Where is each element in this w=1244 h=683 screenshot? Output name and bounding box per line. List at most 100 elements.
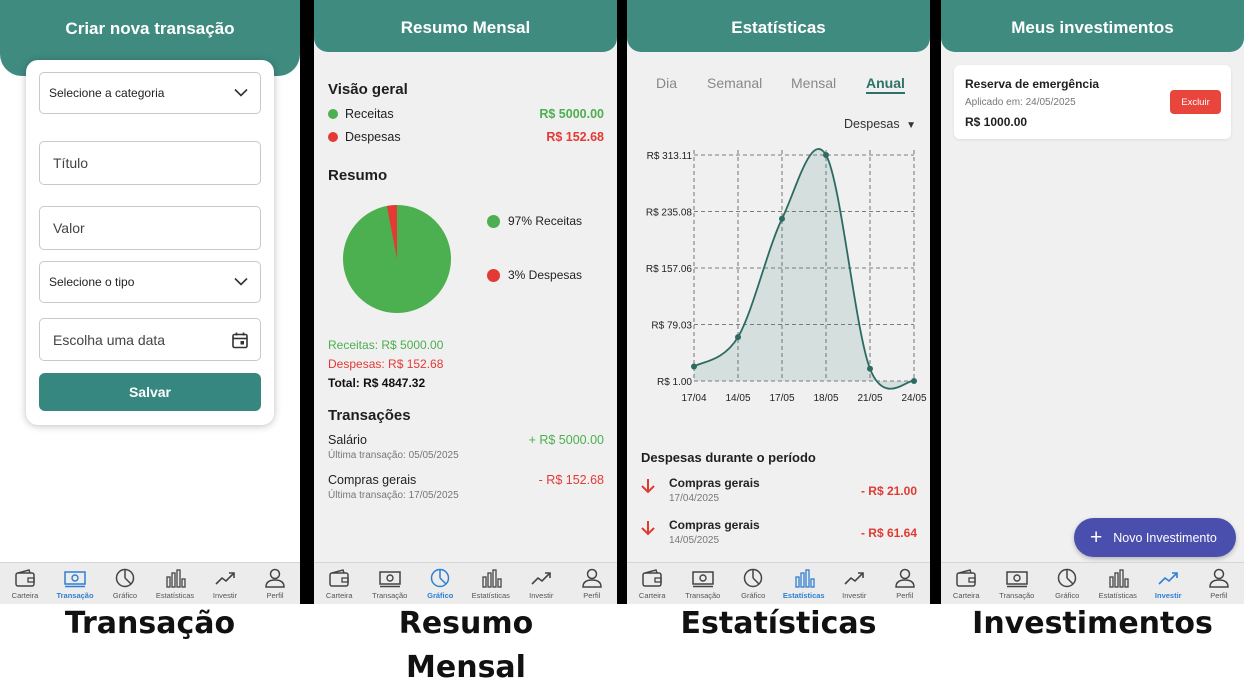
nav-label: Carteira — [952, 591, 980, 600]
bar-chart-icon — [482, 569, 502, 588]
nav-item-estatisticas[interactable]: Estatísticas — [466, 563, 517, 604]
nav-label: Investir — [529, 591, 554, 600]
nav-item-carteira[interactable]: Carteira — [627, 563, 678, 604]
nav-label: Gráfico — [112, 591, 138, 600]
expense-value: - R$ 61.64 — [860, 526, 917, 540]
title-input[interactable]: Título — [39, 141, 261, 185]
page-title: Meus investimentos — [941, 0, 1244, 52]
expense-date: 17/04/2025 — [669, 493, 720, 504]
trending-up-icon — [1158, 572, 1179, 585]
trending-up-icon — [844, 572, 865, 585]
chevron-down-icon — [234, 277, 248, 286]
category-select-value: Selecione a categoria — [49, 86, 165, 100]
delete-button[interactable]: Excluir — [1170, 90, 1221, 114]
nav-label: Gráfico — [427, 591, 454, 600]
x-tick-label: 17/05 — [769, 393, 794, 404]
cash-icon — [379, 571, 401, 588]
value-input[interactable]: Valor — [39, 206, 261, 250]
calendar-icon[interactable] — [232, 331, 248, 348]
expense-name: Compras gerais — [669, 476, 760, 490]
investment-date: Aplicado em: 24/05/2025 — [965, 97, 1076, 108]
tab-semanal[interactable]: Semanal — [707, 75, 762, 91]
nav-item-transacao[interactable]: Transação — [992, 563, 1043, 604]
overview-heading: Visão geral — [328, 81, 408, 98]
nav-item-carteira[interactable]: Carteira — [941, 563, 992, 604]
screen-divider — [300, 0, 314, 604]
trending-up-icon — [531, 572, 552, 585]
pie-expense-label: 3% Despesas — [508, 268, 583, 282]
tab-mensal[interactable]: Mensal — [791, 75, 836, 91]
expense-label: Despesas — [345, 130, 401, 144]
bottom-nav: Carteira Transação Gráfico Estatísticas Inve… — [314, 562, 617, 604]
tab-anual[interactable]: Anual — [866, 75, 905, 94]
expense-item[interactable]: Compras gerais 14/05/2025 - R$ 61.64 — [641, 518, 917, 552]
nav-item-perfil[interactable]: Perfil — [250, 563, 300, 604]
type-select[interactable]: Selecione o tipo — [39, 261, 261, 303]
nav-item-investir[interactable]: Investir — [516, 563, 567, 604]
expense-dot — [328, 132, 338, 142]
expense-row: Despesas R$ 152.68 — [328, 130, 604, 144]
nav-label: Transação — [685, 591, 721, 600]
nav-item-transacao[interactable]: Transação — [50, 563, 100, 604]
type-select-value: Selecione o tipo — [49, 275, 135, 289]
screen-transacao: Criar nova transação Selecione a categor… — [0, 0, 300, 604]
y-tick-label: R$ 313.11 — [647, 151, 693, 162]
nav-item-perfil[interactable]: Perfil — [880, 563, 931, 604]
nav-item-transacao[interactable]: Transação — [678, 563, 729, 604]
date-placeholder: Escolha uma data — [53, 331, 166, 348]
nav-item-grafico[interactable]: Gráfico — [100, 563, 150, 604]
x-tick-label: 14/05 — [725, 393, 750, 404]
bar-chart-icon — [795, 569, 815, 588]
nav-label: Carteira — [11, 591, 39, 600]
pie-chart-icon — [744, 568, 763, 588]
bottom-nav: Carteira Transação Gráfico Estatísticas Inve… — [941, 562, 1244, 604]
nav-item-investir[interactable]: Investir — [1143, 563, 1194, 604]
date-input[interactable]: Escolha uma data — [39, 318, 261, 361]
nav-item-estatisticas[interactable]: Estatísticas — [1093, 563, 1144, 604]
transaction-item[interactable]: Salário Última transação: 05/05/2025 + R… — [328, 433, 604, 461]
wallet-icon — [15, 569, 35, 587]
nav-item-carteira[interactable]: Carteira — [0, 563, 50, 604]
tab-dia[interactable]: Dia — [656, 75, 677, 91]
summary-pie-chart — [343, 205, 451, 313]
pie-chart-icon — [1058, 568, 1077, 588]
new-investment-button[interactable]: + Novo Investimento — [1074, 518, 1236, 557]
arrow-down-icon — [641, 521, 655, 536]
nav-item-transacao[interactable]: Transação — [365, 563, 416, 604]
person-icon — [1208, 568, 1229, 588]
x-tick-label: 21/05 — [857, 393, 882, 404]
investment-amount: R$ 1000.00 — [965, 115, 1028, 129]
nav-item-perfil[interactable]: Perfil — [567, 563, 618, 604]
nav-item-perfil[interactable]: Perfil — [1194, 563, 1244, 604]
screen-divider — [617, 0, 627, 604]
nav-item-investir[interactable]: Investir — [200, 563, 250, 604]
nav-label: Estatísticas — [1098, 591, 1137, 600]
wallet-icon — [956, 569, 976, 587]
nav-label: Carteira — [638, 591, 666, 600]
expense-date: 14/05/2025 — [669, 535, 720, 546]
nav-item-estatisticas[interactable]: Estatísticas — [779, 563, 830, 604]
transaction-item[interactable]: Compras gerais Última transação: 17/05/2… — [328, 473, 604, 501]
data-point — [823, 152, 829, 158]
y-tick-label: R$ 1.00 — [657, 377, 692, 388]
page-title: Estatísticas — [627, 0, 930, 52]
nav-item-grafico[interactable]: Gráfico — [1042, 563, 1093, 604]
category-select[interactable]: Selecione a categoria — [39, 72, 261, 114]
title-placeholder: Título — [53, 155, 89, 171]
save-button[interactable]: Salvar — [39, 373, 261, 411]
series-area — [694, 148, 914, 389]
expense-total: Despesas: R$ 152.68 — [328, 357, 444, 371]
nav-item-estatisticas[interactable]: Estatísticas — [150, 563, 200, 604]
type-filter-select[interactable]: Despesas ▼ — [844, 117, 916, 131]
expense-item[interactable]: Compras gerais 17/04/2025 - R$ 21.00 — [641, 476, 917, 510]
nav-label: Perfil — [583, 591, 601, 600]
nav-item-carteira[interactable]: Carteira — [314, 563, 365, 604]
nav-item-investir[interactable]: Investir — [829, 563, 880, 604]
bar-chart-icon — [1109, 569, 1129, 588]
nav-item-grafico[interactable]: Gráfico — [728, 563, 779, 604]
investment-card[interactable]: Reserva de emergência Aplicado em: 24/05… — [954, 65, 1231, 139]
nav-item-grafico[interactable]: Gráfico — [415, 563, 466, 604]
income-dot — [328, 109, 338, 119]
plus-icon: + — [1090, 526, 1103, 549]
person-icon — [581, 568, 602, 588]
